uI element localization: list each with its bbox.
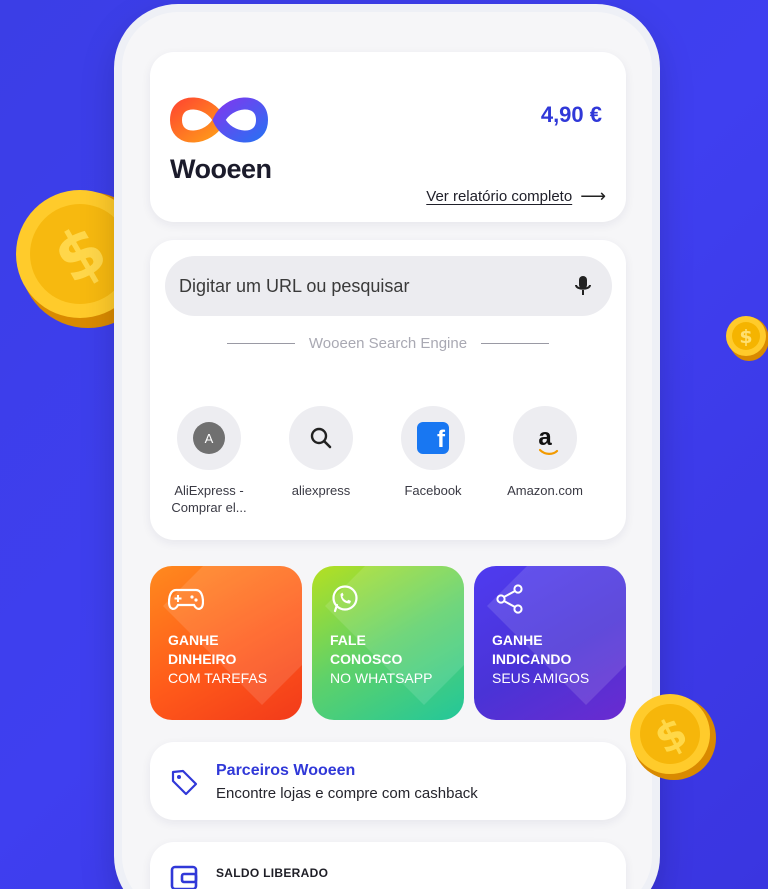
search-icon	[310, 427, 332, 449]
wooeen-logo-icon	[170, 97, 268, 143]
report-link[interactable]: Ver relatório completo ⟶	[426, 186, 606, 207]
wallet-icon	[170, 865, 198, 889]
divider-left	[226, 343, 295, 344]
facebook-icon: f	[417, 422, 449, 454]
balance-card[interactable]: SALDO LIBERADO	[150, 842, 626, 889]
tag-icon	[171, 769, 198, 796]
header-card: Wooeen 4,90 € Ver relatório completo ⟶	[150, 52, 626, 222]
shortcut-aliexpress-search[interactable]: aliexpress	[266, 406, 376, 499]
search-card: Wooeen Search Engine A AliExpress - Comp…	[150, 240, 626, 540]
shortcut-aliexpress-store[interactable]: A AliExpress - Comprar el...	[154, 406, 264, 516]
tile-refer-friends[interactable]: GANHE INDICANDO SEUS AMIGOS	[474, 566, 626, 720]
amazon-smile-icon	[539, 448, 559, 455]
balance-amount: 4,90 €	[540, 102, 602, 127]
shortcut-label: Amazon.com	[507, 483, 583, 498]
shortcut-circle	[289, 406, 353, 470]
partners-title: Parceiros Wooeen	[216, 762, 356, 779]
amazon-icon: a	[538, 424, 559, 455]
partners-card[interactable]: Parceiros Wooeen Encontre lojas e compre…	[150, 742, 626, 820]
shortcut-circle: f	[401, 406, 465, 470]
coin-small-icon: $	[726, 316, 768, 361]
shortcut-circle: A	[177, 406, 241, 470]
partners-subtitle: Encontre lojas e compre com cashback	[216, 785, 478, 802]
arrow-right-icon: ⟶	[580, 186, 606, 206]
aliexpress-letter-icon: A	[193, 422, 225, 454]
shortcut-facebook[interactable]: f Facebook	[378, 406, 488, 499]
search-engine-label: Wooeen Search Engine	[150, 335, 626, 352]
brand-name: Wooeen	[170, 154, 272, 184]
microphone-icon[interactable]	[574, 275, 592, 297]
phone-frame: Wooeen 4,90 € Ver relatório completo ⟶ W…	[122, 12, 652, 889]
shortcut-label: Facebook	[404, 483, 462, 498]
search-engine-text: Wooeen Search Engine	[308, 335, 468, 352]
tile-whatsapp-contact[interactable]: FALE CONOSCO NO WHATSAPP	[312, 566, 464, 720]
shortcut-label: aliexpress	[291, 483, 351, 498]
tile-earn-tasks[interactable]: GANHE DINHEIRO COM TAREFAS	[150, 566, 302, 720]
divider-right	[481, 343, 550, 344]
shortcut-circle: a	[513, 406, 577, 470]
amazon-letter: a	[538, 424, 552, 451]
search-bar[interactable]	[165, 256, 612, 316]
balance-released-title: SALDO LIBERADO	[216, 866, 329, 880]
shortcut-amazon[interactable]: a Amazon.com	[490, 406, 600, 499]
svg-text:$: $	[739, 326, 752, 348]
shortcut-label: AliExpress - Comprar el...	[171, 483, 247, 515]
search-input[interactable]	[179, 275, 574, 297]
coin-medium-icon: $	[630, 694, 716, 780]
report-link-label: Ver relatório completo	[426, 188, 573, 205]
